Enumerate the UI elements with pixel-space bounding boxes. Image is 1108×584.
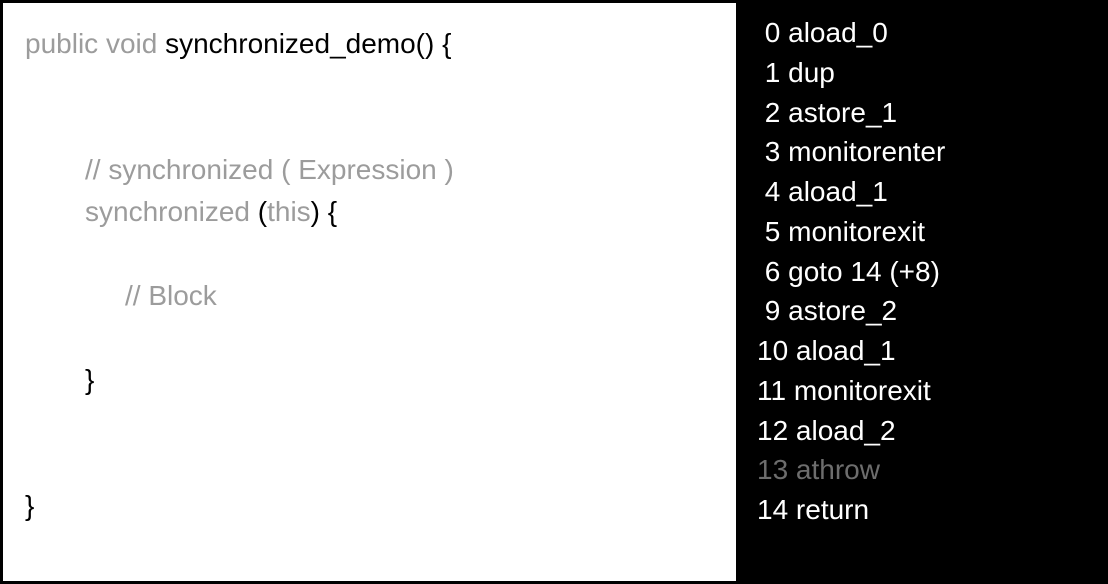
- bytecode-line: 9 astore_2: [757, 291, 1087, 331]
- bytecode-line: 4 aload_1: [757, 172, 1087, 212]
- close-brace-outer: }: [25, 485, 714, 527]
- blank-line: [25, 401, 714, 443]
- method-signature-line: public void synchronized_demo() {: [25, 23, 714, 65]
- signature-modifiers: public void: [25, 28, 165, 59]
- synchronized-line: synchronized (this) {: [25, 191, 714, 233]
- sync-this: this: [267, 196, 311, 227]
- bytecode-line: 5 monitorexit: [757, 212, 1087, 252]
- paren-close: ) {: [311, 196, 337, 227]
- bytecode-panel: 0 aload_0 1 dup 2 astore_1 3 monitorente…: [739, 3, 1105, 581]
- code-diagram: public void synchronized_demo() { // syn…: [0, 0, 1108, 584]
- comment-expression: // synchronized ( Expression ): [25, 149, 714, 191]
- bytecode-line: 14 return: [757, 490, 1087, 530]
- bytecode-line: 3 monitorenter: [757, 132, 1087, 172]
- blank-line: [25, 443, 714, 485]
- comment-block: // Block: [25, 275, 714, 317]
- bytecode-line: 11 monitorexit: [757, 371, 1087, 411]
- paren-open: (: [258, 196, 267, 227]
- sync-keyword: synchronized: [85, 196, 258, 227]
- bytecode-line: 2 astore_1: [757, 93, 1087, 133]
- method-name: synchronized_demo() {: [165, 28, 451, 59]
- blank-line: [25, 107, 714, 149]
- bytecode-line: 1 dup: [757, 53, 1087, 93]
- bytecode-line: 0 aload_0: [757, 13, 1087, 53]
- bytecode-line: 10 aload_1: [757, 331, 1087, 371]
- source-panel: public void synchronized_demo() { // syn…: [3, 3, 739, 581]
- bytecode-line: 13 athrow: [757, 450, 1087, 490]
- bytecode-line: 6 goto 14 (+8): [757, 252, 1087, 292]
- blank-line: [25, 65, 714, 107]
- blank-line: [25, 233, 714, 275]
- blank-line: [25, 317, 714, 359]
- bytecode-line: 12 aload_2: [757, 411, 1087, 451]
- close-brace-inner: }: [25, 359, 714, 401]
